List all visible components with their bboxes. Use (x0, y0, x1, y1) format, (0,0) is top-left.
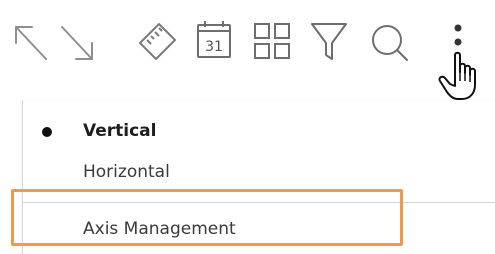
menu-item-label: Horizontal (83, 162, 170, 182)
filter-icon[interactable] (308, 14, 350, 76)
arrow-up-left-icon[interactable] (10, 14, 54, 76)
search-icon[interactable] (368, 14, 412, 76)
selected-bullet-icon (42, 127, 52, 137)
menu-item-horizontal[interactable]: Horizontal (23, 161, 495, 183)
ruler-icon[interactable] (135, 14, 181, 76)
grid-icon[interactable] (249, 14, 295, 76)
menu-item-vertical[interactable]: Vertical (23, 120, 495, 142)
hand-cursor-icon (435, 50, 483, 102)
calendar-day-text: 31 (205, 39, 223, 55)
calendar-icon[interactable]: 31 (193, 14, 237, 76)
arrow-down-right-icon[interactable] (54, 14, 100, 76)
highlight-box (11, 189, 403, 246)
menu-item-label: Vertical (83, 121, 157, 141)
toolbar: 31 (0, 0, 495, 100)
screen: 31 Vertical Horizontal Axis Management (0, 0, 495, 254)
